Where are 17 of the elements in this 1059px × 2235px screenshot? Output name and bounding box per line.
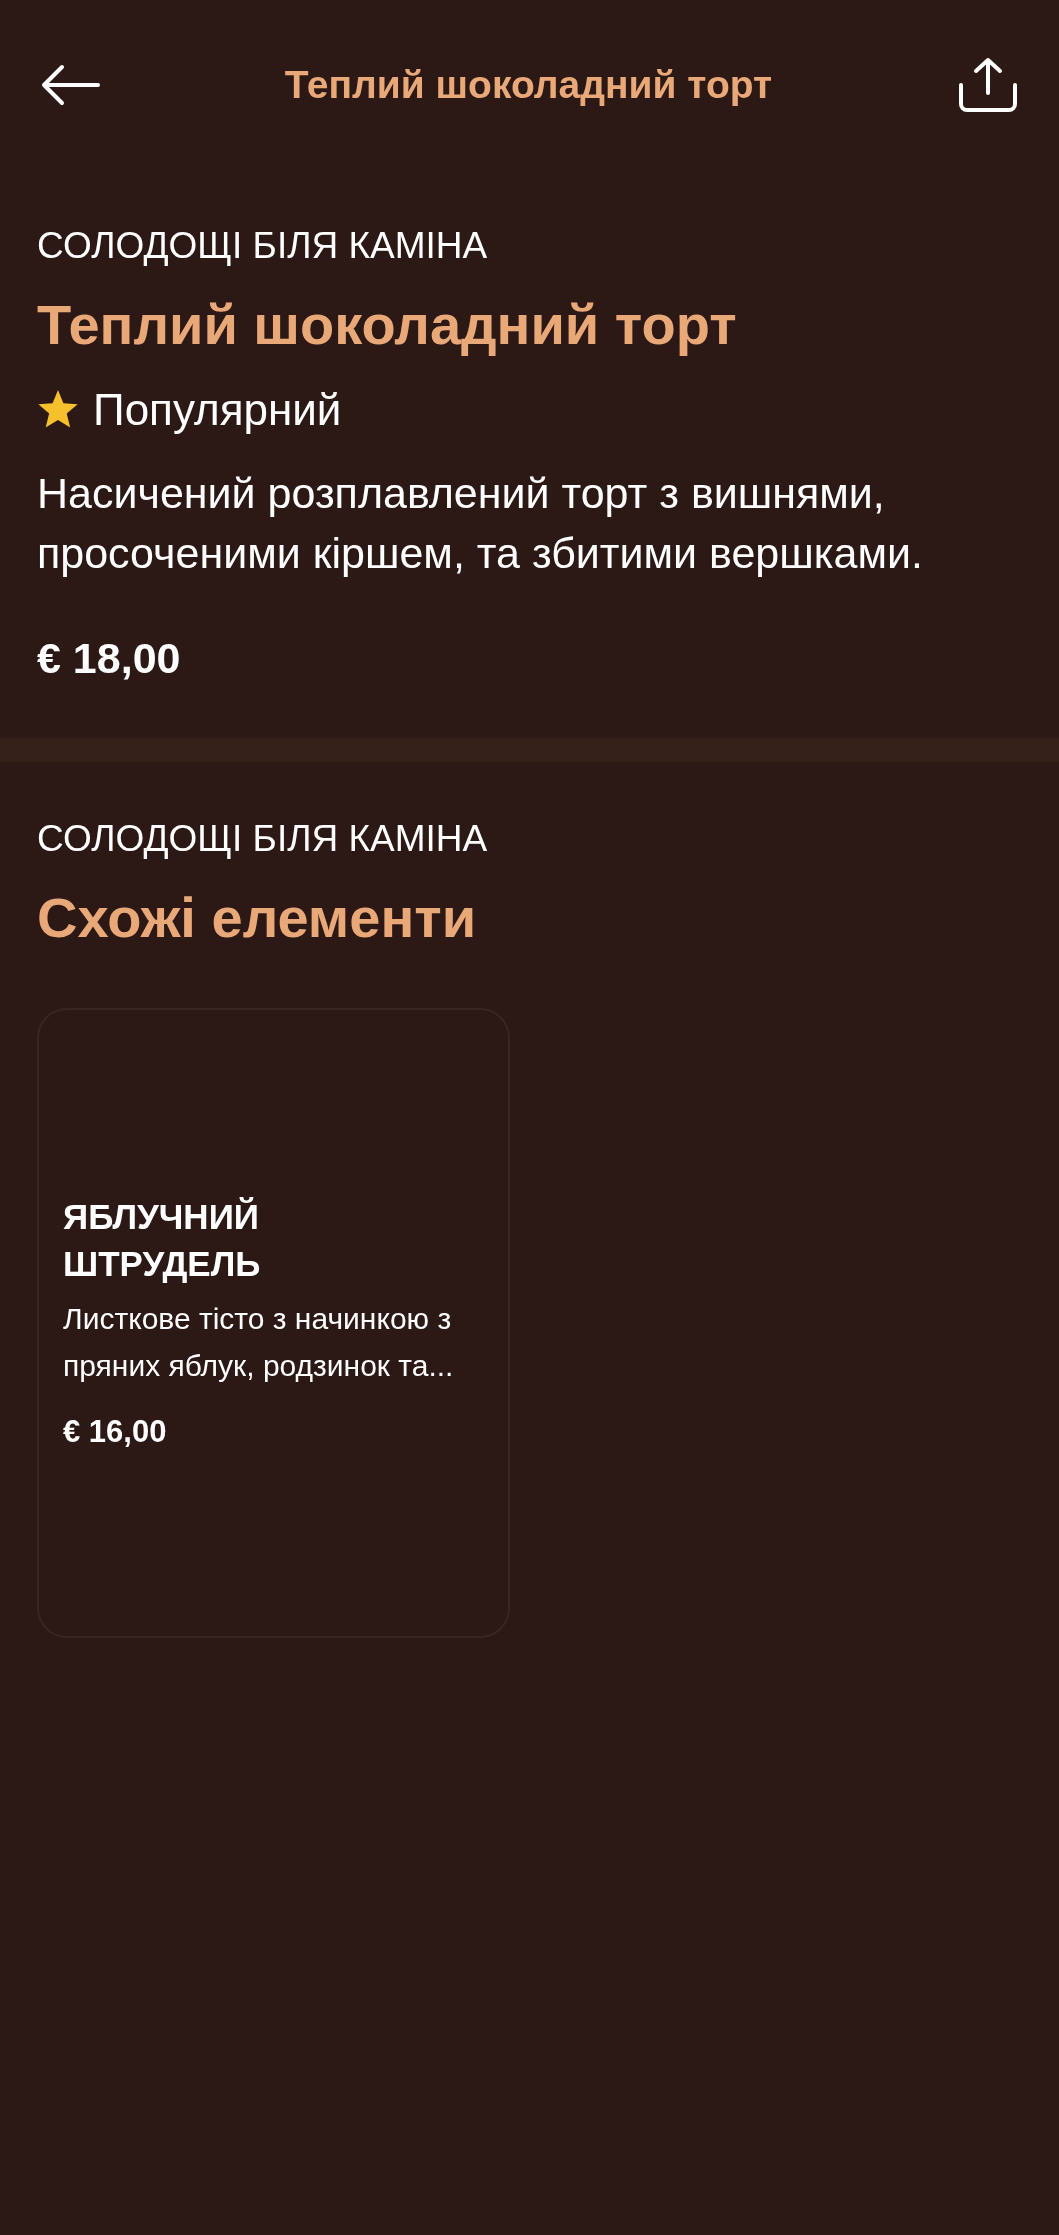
product-name: ЯБЛУЧНИЙ ШТРУДЕЛЬ — [63, 1196, 262, 1285]
star-icon — [37, 389, 79, 430]
category-label: СОЛОДОЩІ БІЛЯ КАМІНА — [37, 817, 489, 860]
header-title: Теплий шоколадний торт — [284, 63, 773, 107]
share-button[interactable] — [957, 57, 1019, 113]
item-description: Насичений розплавлений торт з вишнями, просоченими кіршем, та збитими вершками. — [37, 468, 924, 579]
product-description: Листкове тісто з начинкою з пряних яблук, родзинок та... — [63, 1301, 455, 1384]
popular-label: Популярний — [93, 384, 342, 435]
product-price: € 16,00 — [63, 1414, 168, 1450]
section-title: Схожі елементи — [37, 886, 478, 950]
share-icon — [957, 57, 1019, 113]
item-price: € 18,00 — [37, 633, 182, 684]
item-title: Теплий шоколадний торт — [37, 293, 738, 357]
back-arrow-icon — [40, 63, 100, 107]
back-button[interactable] — [40, 63, 100, 107]
category-label: СОЛОДОЩІ БІЛЯ КАМІНА — [37, 224, 489, 267]
product-card[interactable]: ЯБЛУЧНИЙ ШТРУДЕЛЬ Листкове тісто з начинкою з пряних яблук, родзинок та... € 16,00 — [37, 1008, 510, 1638]
